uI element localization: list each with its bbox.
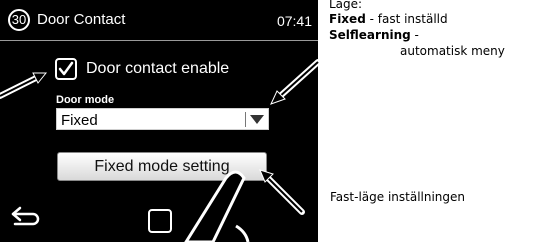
annotation-overlay [0, 59, 321, 242]
arrow-fixed-button-icon [259, 169, 305, 215]
arrow-checkbox-icon [0, 72, 48, 99]
finger-pointer-icon [184, 170, 250, 242]
arrow-dropdown-icon [270, 59, 321, 105]
